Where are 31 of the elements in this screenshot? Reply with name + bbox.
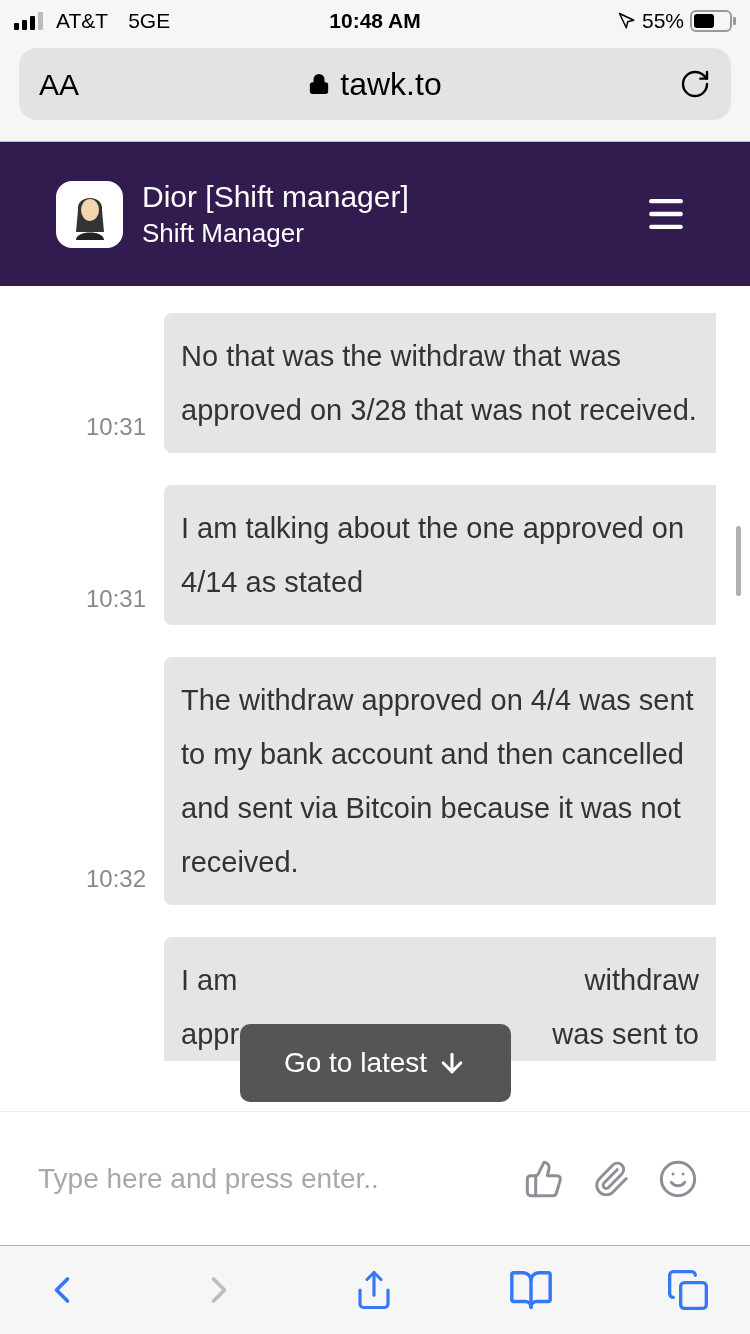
agent-avatar [56,180,123,248]
lock-icon [308,73,331,95]
go-to-latest-button[interactable]: Go to latest [240,1024,511,1102]
carrier-name: AT&T [56,8,109,35]
message-bubble: I am talking about the one approved on 4/14 as stated [164,485,716,625]
message-time: 10:31 [84,584,147,614]
battery-percent: 55% [641,8,684,35]
message-bubble: The withdraw approved on 4/4 was sent to my bank account and then cancelled and sent via Bitcoin because it was not received. [164,657,716,905]
url-text[interactable]: tawk.to [340,60,442,108]
message-bubble: No that was the withdraw that was approved on 3/28 that was not received. [164,313,716,453]
message-input[interactable]: Type here and press enter.. [38,1157,524,1200]
agent-role: Shift Manager [142,217,305,250]
network-type: 5GE [128,8,171,35]
reload-icon[interactable] [679,68,711,100]
location-icon [617,12,636,30]
agent-name: Dior [Shift manager] [142,179,410,215]
battery-icon [690,10,736,32]
message-text: withdraw [584,963,699,998]
paperclip-icon[interactable] [592,1159,630,1198]
smiley-icon[interactable] [658,1158,698,1199]
clock-time: 10:48 AM [328,8,422,35]
message-text: appr [181,1017,240,1052]
scrollbar [736,526,741,596]
message-time: 10:31 [84,412,147,442]
message-text: was sent to [552,1017,699,1052]
message-time: 10:32 [84,864,147,894]
signal-icon [14,12,44,30]
tabs-icon[interactable] [666,1268,710,1312]
thumbs-up-icon[interactable] [524,1158,564,1199]
text-size-button[interactable]: AA [39,61,139,107]
message-text: I am [181,963,238,998]
